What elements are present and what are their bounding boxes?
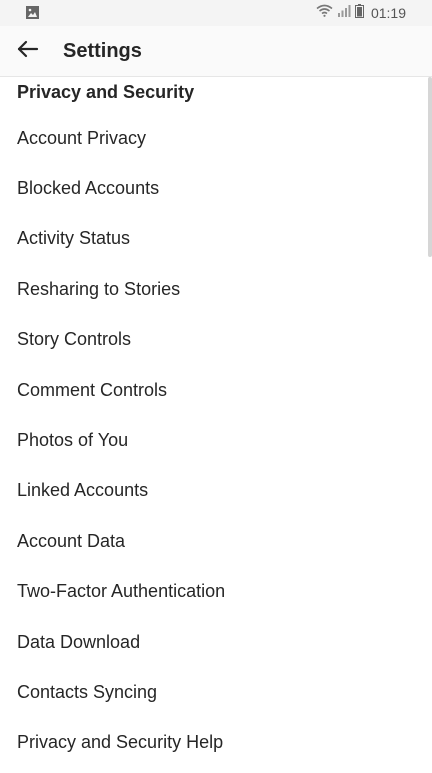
scrollbar[interactable] bbox=[428, 77, 432, 257]
settings-content: Privacy and Security Account Privacy Blo… bbox=[0, 77, 432, 773]
list-item-account-privacy[interactable]: Account Privacy bbox=[0, 113, 432, 163]
image-icon bbox=[26, 6, 39, 19]
list-item-blocked-accounts[interactable]: Blocked Accounts bbox=[0, 163, 432, 213]
status-bar: 01:19 bbox=[0, 0, 432, 26]
list-item-activity-status[interactable]: Activity Status bbox=[0, 214, 432, 264]
list-item-data-download[interactable]: Data Download bbox=[0, 617, 432, 667]
list-item-resharing-to-stories[interactable]: Resharing to Stories bbox=[0, 264, 432, 314]
list-item-two-factor-authentication[interactable]: Two-Factor Authentication bbox=[0, 567, 432, 617]
settings-list: Account Privacy Blocked Accounts Activit… bbox=[0, 113, 432, 768]
section-title: Privacy and Security bbox=[17, 82, 195, 102]
list-item-privacy-and-security-help[interactable]: Privacy and Security Help bbox=[0, 718, 432, 768]
signal-icon bbox=[337, 4, 351, 22]
app-bar: Settings bbox=[0, 26, 432, 77]
list-item-contacts-syncing[interactable]: Contacts Syncing bbox=[0, 667, 432, 717]
list-item-comment-controls[interactable]: Comment Controls bbox=[0, 365, 432, 415]
clock-time: 01:19 bbox=[370, 5, 406, 21]
back-button[interactable] bbox=[10, 33, 46, 69]
list-item-photos-of-you[interactable]: Photos of You bbox=[0, 415, 432, 465]
list-item-account-data[interactable]: Account Data bbox=[0, 516, 432, 566]
status-icons: 01:19 bbox=[316, 3, 406, 23]
battery-icon bbox=[354, 3, 364, 23]
arrow-left-icon bbox=[17, 40, 39, 63]
wifi-icon bbox=[316, 4, 333, 22]
list-item-story-controls[interactable]: Story Controls bbox=[0, 315, 432, 365]
list-item-linked-accounts[interactable]: Linked Accounts bbox=[0, 466, 432, 516]
page-title: Settings bbox=[63, 40, 142, 62]
